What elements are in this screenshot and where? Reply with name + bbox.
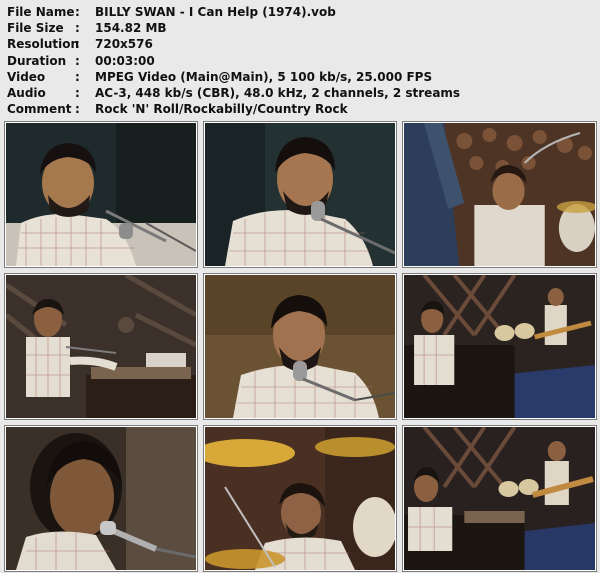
video-thumbnail[interactable] bbox=[4, 273, 198, 420]
thumbnail-frame bbox=[205, 123, 395, 266]
scene-image bbox=[404, 275, 595, 418]
video-thumbnail[interactable] bbox=[4, 425, 198, 572]
thumbnail-frame bbox=[404, 123, 595, 266]
info-value: Rock 'N' Roll/Rockabilly/Country Rock bbox=[95, 102, 348, 117]
video-thumbnail[interactable] bbox=[402, 273, 597, 420]
info-row-file-name: File Name : BILLY SWAN - I Can Help (197… bbox=[7, 4, 460, 20]
scene-image bbox=[6, 275, 196, 418]
scene-image bbox=[205, 427, 395, 570]
info-label: Duration bbox=[7, 53, 67, 68]
scene-image bbox=[6, 427, 196, 570]
info-value: AC-3, 448 kb/s (CBR), 48.0 kHz, 2 channe… bbox=[95, 86, 461, 101]
info-row-audio: Audio : AC-3, 448 kb/s (CBR), 48.0 kHz, … bbox=[7, 85, 460, 101]
info-value: 00:03:00 bbox=[95, 53, 155, 68]
info-label: File Name bbox=[7, 5, 75, 19]
info-value: MPEG Video (Main@Main), 5 100 kb/s, 25.0… bbox=[95, 69, 433, 84]
thumbnail-frame bbox=[205, 275, 395, 418]
info-separator: : bbox=[75, 53, 80, 68]
info-label: Video bbox=[7, 69, 46, 84]
thumbnail-frame bbox=[6, 427, 196, 570]
info-separator: : bbox=[75, 21, 80, 36]
thumbnail-frame bbox=[6, 275, 196, 418]
video-thumbnail[interactable] bbox=[203, 273, 397, 420]
thumbnail-frame bbox=[404, 427, 595, 570]
info-row-resolution: Resolution : 720x576 bbox=[7, 36, 460, 52]
thumbnail-grid bbox=[4, 121, 597, 572]
info-label: Comment bbox=[7, 102, 72, 117]
thumbnail-frame bbox=[6, 123, 196, 266]
info-row-file-size: File Size : 154.82 MB bbox=[7, 20, 460, 36]
scene-image bbox=[205, 275, 395, 418]
info-value: BILLY SWAN - I Can Help (1974).vob bbox=[95, 5, 336, 19]
info-separator: : bbox=[75, 102, 80, 117]
video-thumbnail[interactable] bbox=[203, 425, 397, 572]
info-value: 154.82 MB bbox=[95, 21, 167, 36]
thumbnail-frame bbox=[205, 427, 395, 570]
info-row-video: Video : MPEG Video (Main@Main), 5 100 kb… bbox=[7, 69, 460, 85]
scene-image bbox=[205, 123, 395, 266]
info-separator: : bbox=[75, 69, 80, 84]
thumbnail-frame bbox=[404, 275, 595, 418]
info-label: Audio bbox=[7, 86, 46, 101]
scene-image bbox=[6, 123, 196, 266]
info-label: File Size bbox=[7, 21, 64, 36]
info-label: Resolution bbox=[7, 37, 80, 52]
scene-image bbox=[404, 123, 595, 266]
info-row-comment: Comment : Rock 'N' Roll/Rockabilly/Count… bbox=[7, 101, 460, 117]
scene-image bbox=[404, 427, 595, 570]
info-separator: : bbox=[75, 86, 80, 101]
media-info-panel: File Name : BILLY SWAN - I Can Help (197… bbox=[7, 4, 460, 117]
info-separator: : bbox=[75, 37, 80, 52]
info-separator: : bbox=[75, 5, 80, 19]
info-row-duration: Duration : 00:03:00 bbox=[7, 53, 460, 69]
video-thumbnail[interactable] bbox=[4, 121, 198, 268]
video-thumbnail[interactable] bbox=[203, 121, 397, 268]
video-thumbnail[interactable] bbox=[402, 425, 597, 572]
info-value: 720x576 bbox=[95, 37, 153, 52]
video-thumbnail[interactable] bbox=[402, 121, 597, 268]
